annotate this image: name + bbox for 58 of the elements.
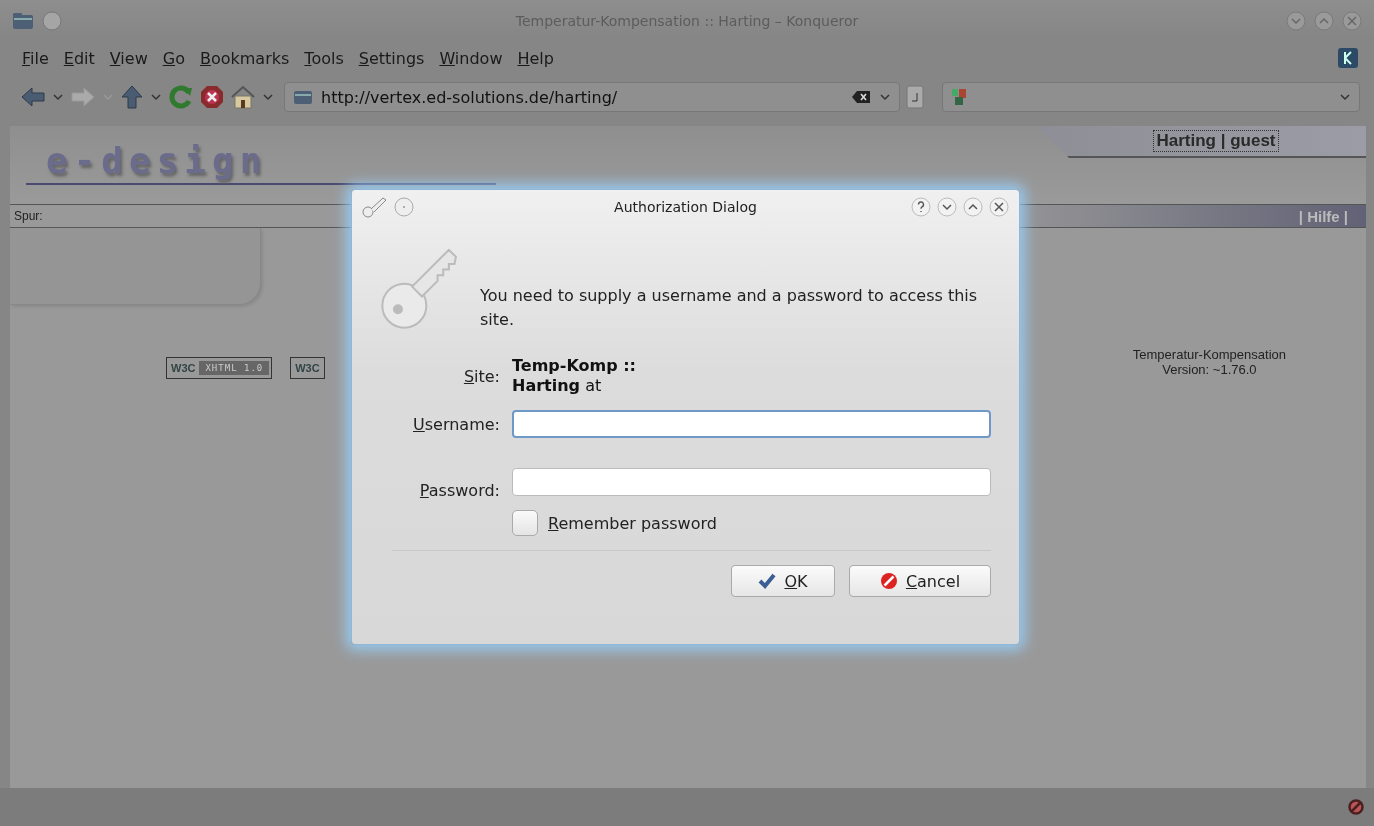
clear-icon[interactable] xyxy=(851,90,871,104)
checkbox[interactable] xyxy=(512,510,538,536)
field-label: Password: xyxy=(418,480,500,500)
menu-item[interactable]: Settings xyxy=(356,46,438,70)
cancel-button[interactable]: Cancel xyxy=(849,565,991,597)
site-value: Temp-Komp :: Harting at xyxy=(512,356,637,396)
enter-icon[interactable] xyxy=(906,85,924,109)
dialog-message: You need to supply a username and a password to access this site. xyxy=(480,285,979,331)
caret-icon[interactable] xyxy=(879,92,891,102)
menu-item[interactable]: Edit xyxy=(61,46,108,70)
cancel-icon xyxy=(879,572,898,590)
trail-label: Spur: xyxy=(13,209,43,223)
kde-logo-icon[interactable] xyxy=(1338,48,1358,68)
ok-button[interactable]: OK xyxy=(731,565,835,597)
minimize-button[interactable] xyxy=(1286,11,1306,31)
forward-arrow-icon[interactable] xyxy=(70,86,96,108)
checkbox-label: Remember password xyxy=(548,513,717,533)
maximize-button[interactable] xyxy=(1314,11,1334,31)
folder-icon xyxy=(293,89,313,105)
minimize-button[interactable] xyxy=(937,197,957,217)
menu-item[interactable]: Help xyxy=(515,46,567,70)
input-field[interactable] xyxy=(512,410,991,438)
menu-circle-icon[interactable] xyxy=(42,11,62,31)
stop-icon[interactable] xyxy=(200,85,224,109)
blocked-icon[interactable] xyxy=(1348,799,1364,815)
w3c-badge[interactable]: W3C XHTML 1.0 xyxy=(166,357,273,379)
check-icon xyxy=(758,572,777,590)
caret-icon[interactable] xyxy=(52,92,64,102)
up-arrow-icon[interactable] xyxy=(120,85,144,109)
url-field[interactable]: http://vertex.ed-solutions.de/harting/ xyxy=(284,82,900,112)
caret-icon[interactable] xyxy=(262,92,274,102)
dialog-title: Authorization Dialog xyxy=(613,199,758,215)
reload-icon[interactable] xyxy=(168,84,194,110)
menu-item[interactable]: Window xyxy=(437,46,516,70)
home-icon[interactable] xyxy=(230,85,256,109)
search-field[interactable] xyxy=(942,82,1360,112)
user-tab[interactable]: Harting | guest xyxy=(1036,126,1366,158)
field-label: Username: xyxy=(412,414,500,434)
folder-icon[interactable] xyxy=(12,12,34,30)
menu-item[interactable]: Bookmarks xyxy=(197,46,303,70)
menu-item[interactable]: Go xyxy=(160,46,198,70)
menu-circle-icon[interactable] xyxy=(394,197,414,217)
caret-icon[interactable] xyxy=(150,92,162,102)
menu-item[interactable]: Tools xyxy=(302,46,357,70)
close-button[interactable] xyxy=(989,197,1009,217)
back-arrow-icon[interactable] xyxy=(20,86,46,108)
help-button[interactable] xyxy=(911,197,931,217)
caret-icon[interactable] xyxy=(1339,92,1351,102)
menu-item[interactable]: View xyxy=(107,46,161,70)
app-name: Temperatur-Kompensation xyxy=(1132,347,1286,362)
version-text: Version: ~1.76.0 xyxy=(1161,362,1258,377)
help-link[interactable]: | Hilfe | xyxy=(1298,207,1366,225)
key-icon[interactable] xyxy=(362,196,388,218)
menu-item[interactable]: File xyxy=(20,46,62,70)
input-field[interactable] xyxy=(512,468,991,496)
w3c-badge[interactable]: W3C xyxy=(290,357,325,379)
maximize-button[interactable] xyxy=(963,197,983,217)
site-label: Site: xyxy=(462,366,500,386)
